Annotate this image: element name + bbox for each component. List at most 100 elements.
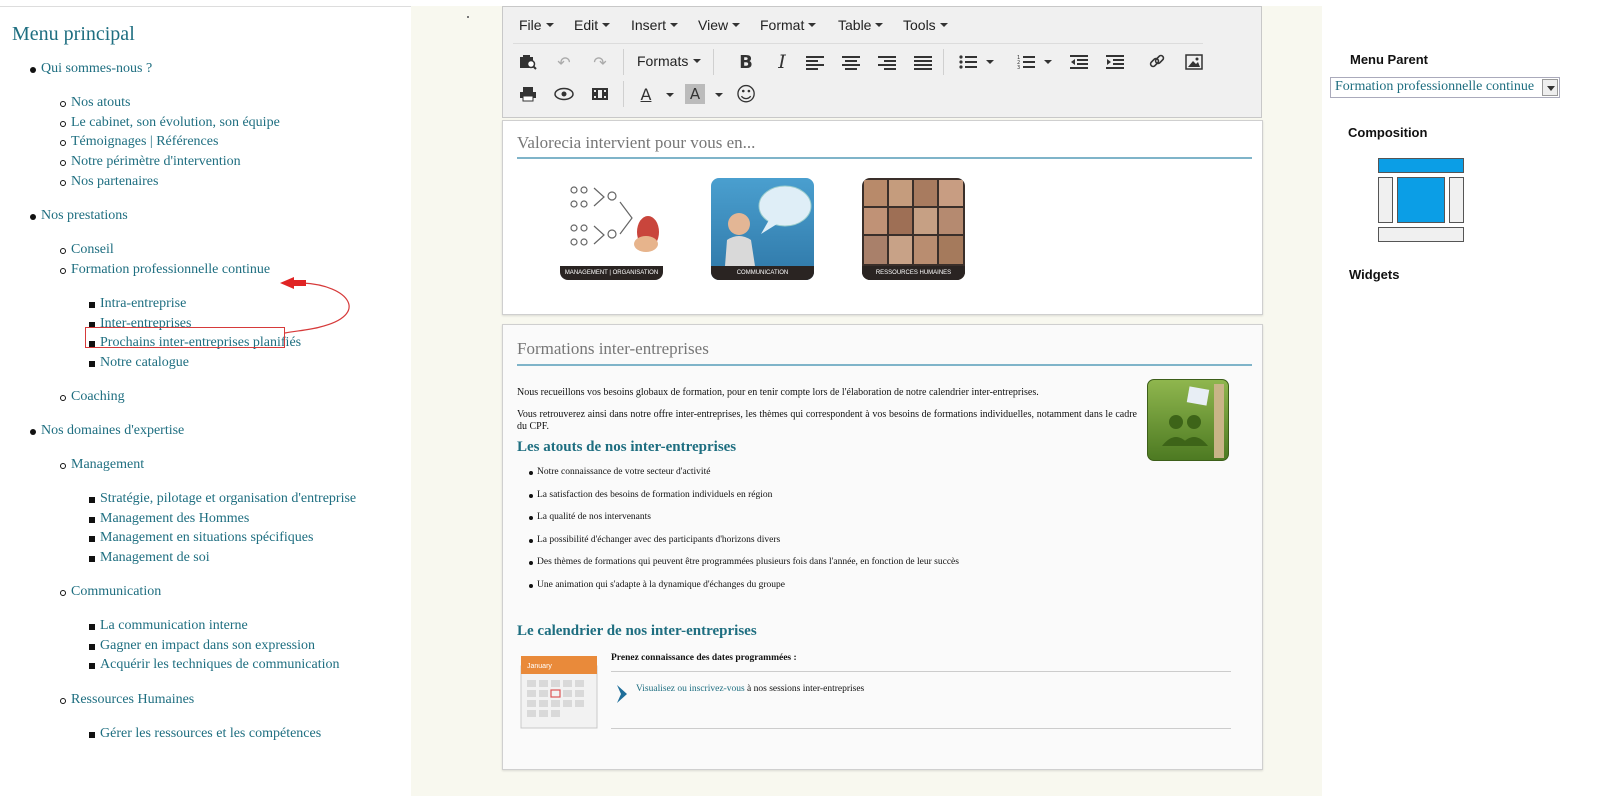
highlight-box: [85, 327, 285, 348]
menu-view[interactable]: View: [698, 17, 740, 33]
heading-underline: [517, 364, 1252, 366]
menu-item-nos-atouts[interactable]: Nos atouts: [60, 95, 131, 111]
menu-item-perimetre[interactable]: Notre périmètre d'intervention: [60, 154, 241, 170]
background-color-icon[interactable]: A: [685, 84, 705, 104]
menu-item-le-cabinet[interactable]: Le cabinet, son évolution, son équipe: [60, 115, 280, 131]
menu-item-domaines[interactable]: Nos domaines d'expertise: [30, 423, 184, 439]
calendar-link-suffix: à nos sessions inter-entreprises: [744, 684, 865, 694]
management-thumbnail[interactable]: MANAGEMENT | ORGANISATION: [560, 178, 663, 280]
menu-item-management-soi[interactable]: Management de soi: [89, 550, 210, 566]
menu-item-intra-entreprise[interactable]: Intra-entreprise: [89, 296, 186, 312]
intro-paragraph-2: Vous retrouverez ainsi dans notre offre …: [517, 409, 1137, 432]
atout-item: Notre connaissance de votre secteur d'ac…: [528, 467, 711, 477]
media-icon[interactable]: [587, 82, 613, 106]
menu-item-coaching[interactable]: Coaching: [60, 389, 125, 405]
menu-insert[interactable]: Insert: [631, 17, 678, 33]
communication-thumbnail[interactable]: COMMUNICATION: [711, 178, 814, 280]
atout-item: La possibilité d'échanger avec des parti…: [528, 535, 781, 545]
main-menu-panel: Menu principal Qui sommes-nous ? Nos ato…: [0, 6, 411, 796]
numbered-list-icon[interactable]: 123: [1013, 50, 1039, 74]
editor-menubar: File Edit Insert View Format Table Tools: [503, 7, 1261, 43]
layout-footer-zone[interactable]: [1378, 227, 1464, 242]
undo-icon[interactable]: ↶: [551, 50, 577, 74]
bullet-list-icon[interactable]: [955, 50, 981, 74]
svg-text:3: 3: [1017, 65, 1020, 70]
sessions-link[interactable]: Visualisez ou inscrivez-vous: [636, 684, 745, 694]
menu-item-formation-continue[interactable]: Formation professionnelle continue: [60, 262, 270, 278]
menu-item-gerer-ressources[interactable]: Gérer les ressources et les compétences: [89, 726, 321, 742]
menu-item-temoignages[interactable]: Témoignages | Références: [60, 134, 218, 150]
menu-item-communication-interne[interactable]: La communication interne: [89, 618, 248, 634]
layout-right-zone[interactable]: [1449, 177, 1464, 223]
bullet-list-dropdown-icon[interactable]: [986, 60, 994, 64]
menu-item-ressources-humaines[interactable]: Ressources Humaines: [60, 692, 194, 708]
content-block-inter-entreprises[interactable]: Formations inter-entreprises Nous recuei…: [502, 324, 1263, 770]
menu-item-management-hommes[interactable]: Management des Hommes: [89, 511, 249, 527]
menu-item-qui-sommes-nous[interactable]: Qui sommes-nous ?: [30, 61, 152, 77]
text-color-icon[interactable]: A: [633, 82, 659, 106]
menu-item-techniques-communication[interactable]: Acquérir les techniques de communication: [89, 657, 339, 673]
indent-icon[interactable]: [1102, 50, 1128, 74]
menu-item-management[interactable]: Management: [60, 457, 144, 473]
layout-header-zone[interactable]: [1378, 158, 1464, 173]
menu-item-conseil[interactable]: Conseil: [60, 242, 114, 258]
layout-left-zone[interactable]: [1378, 177, 1393, 223]
group-folder-icon: [1147, 379, 1229, 461]
formats-dropdown[interactable]: Formats: [637, 53, 701, 69]
image-icon[interactable]: [1181, 50, 1207, 74]
bold-icon[interactable]: B: [733, 50, 759, 74]
toolbar-separator: [623, 81, 624, 107]
composition-label: Composition: [1348, 125, 1428, 140]
background-color-dropdown-icon[interactable]: [715, 93, 723, 97]
print-icon[interactable]: [515, 82, 541, 106]
atout-item: La satisfaction des besoins de formation…: [528, 490, 773, 500]
chevron-right-icon: [617, 685, 627, 703]
find-replace-icon[interactable]: [515, 50, 541, 74]
thumbnail-caption: MANAGEMENT | ORGANISATION: [560, 266, 663, 280]
calendar-icon: January: [517, 652, 601, 732]
menu-table[interactable]: Table: [838, 17, 883, 33]
menu-item-partenaires[interactable]: Nos partenaires: [60, 174, 158, 190]
content-block-domains[interactable]: Valorecia intervient pour vous en... MAN…: [502, 120, 1263, 315]
menu-item-impact-expression[interactable]: Gagner en impact dans son expression: [89, 638, 315, 654]
outdent-icon[interactable]: [1066, 50, 1092, 74]
rh-thumbnail[interactable]: RESSOURCES HUMAINES: [862, 178, 965, 280]
menu-item-nos-prestations[interactable]: Nos prestations: [30, 208, 128, 224]
menu-item-catalogue[interactable]: Notre catalogue: [89, 355, 189, 371]
editor-area: File Edit Insert View Format Table Tools…: [411, 6, 1322, 796]
atout-item: La qualité de nos intervenants: [529, 512, 651, 522]
menu-edit[interactable]: Edit: [574, 17, 610, 33]
thumbnail-caption: RESSOURCES HUMAINES: [862, 266, 965, 280]
intro-paragraph-1: Nous recueillons vos besoins globaux de …: [517, 387, 1039, 398]
speech-bubble-icon: [725, 185, 812, 266]
emoticons-icon[interactable]: ☺: [733, 82, 759, 106]
composition-layout-picker[interactable]: [1378, 158, 1466, 244]
align-justify-icon[interactable]: [914, 56, 932, 70]
calendar-link-line: Visualisez ou inscrivez-vous à nos sessi…: [636, 683, 864, 695]
main-menu-tree: Qui sommes-nous ? Nos atouts Le cabinet,…: [0, 7, 411, 796]
toolbar-separator: [623, 49, 624, 75]
menu-parent-label: Menu Parent: [1350, 52, 1429, 67]
redo-icon[interactable]: ↷: [587, 50, 613, 74]
menu-tools[interactable]: Tools: [903, 17, 948, 33]
align-left-icon[interactable]: [806, 56, 824, 70]
atout-item: Des thèmes de formations qui peuvent êtr…: [529, 557, 959, 567]
menu-format[interactable]: Format: [760, 17, 816, 33]
italic-icon[interactable]: I: [769, 50, 795, 74]
chevron-down-icon[interactable]: [1542, 79, 1558, 96]
atouts-heading: Les atouts de nos inter-entreprises: [517, 439, 737, 455]
text-color-dropdown-icon[interactable]: [666, 93, 674, 97]
calendar-intro: Prenez connaissance des dates programmée…: [611, 653, 797, 663]
menu-parent-select[interactable]: Formation professionnelle continue: [1330, 77, 1560, 98]
layout-main-zone[interactable]: [1397, 177, 1445, 223]
align-center-icon[interactable]: [842, 56, 860, 70]
link-icon[interactable]: [1144, 50, 1170, 74]
align-right-icon[interactable]: [878, 56, 896, 70]
menu-item-situations-specifiques[interactable]: Management en situations spécifiques: [89, 530, 313, 546]
block-heading: Valorecia intervient pour vous en...: [517, 133, 756, 152]
numbered-list-dropdown-icon[interactable]: [1044, 60, 1052, 64]
menu-file[interactable]: File: [519, 17, 554, 33]
menu-item-communication[interactable]: Communication: [60, 584, 161, 600]
menu-item-strategie[interactable]: Stratégie, pilotage et organisation d'en…: [89, 491, 356, 507]
preview-icon[interactable]: [551, 82, 577, 106]
